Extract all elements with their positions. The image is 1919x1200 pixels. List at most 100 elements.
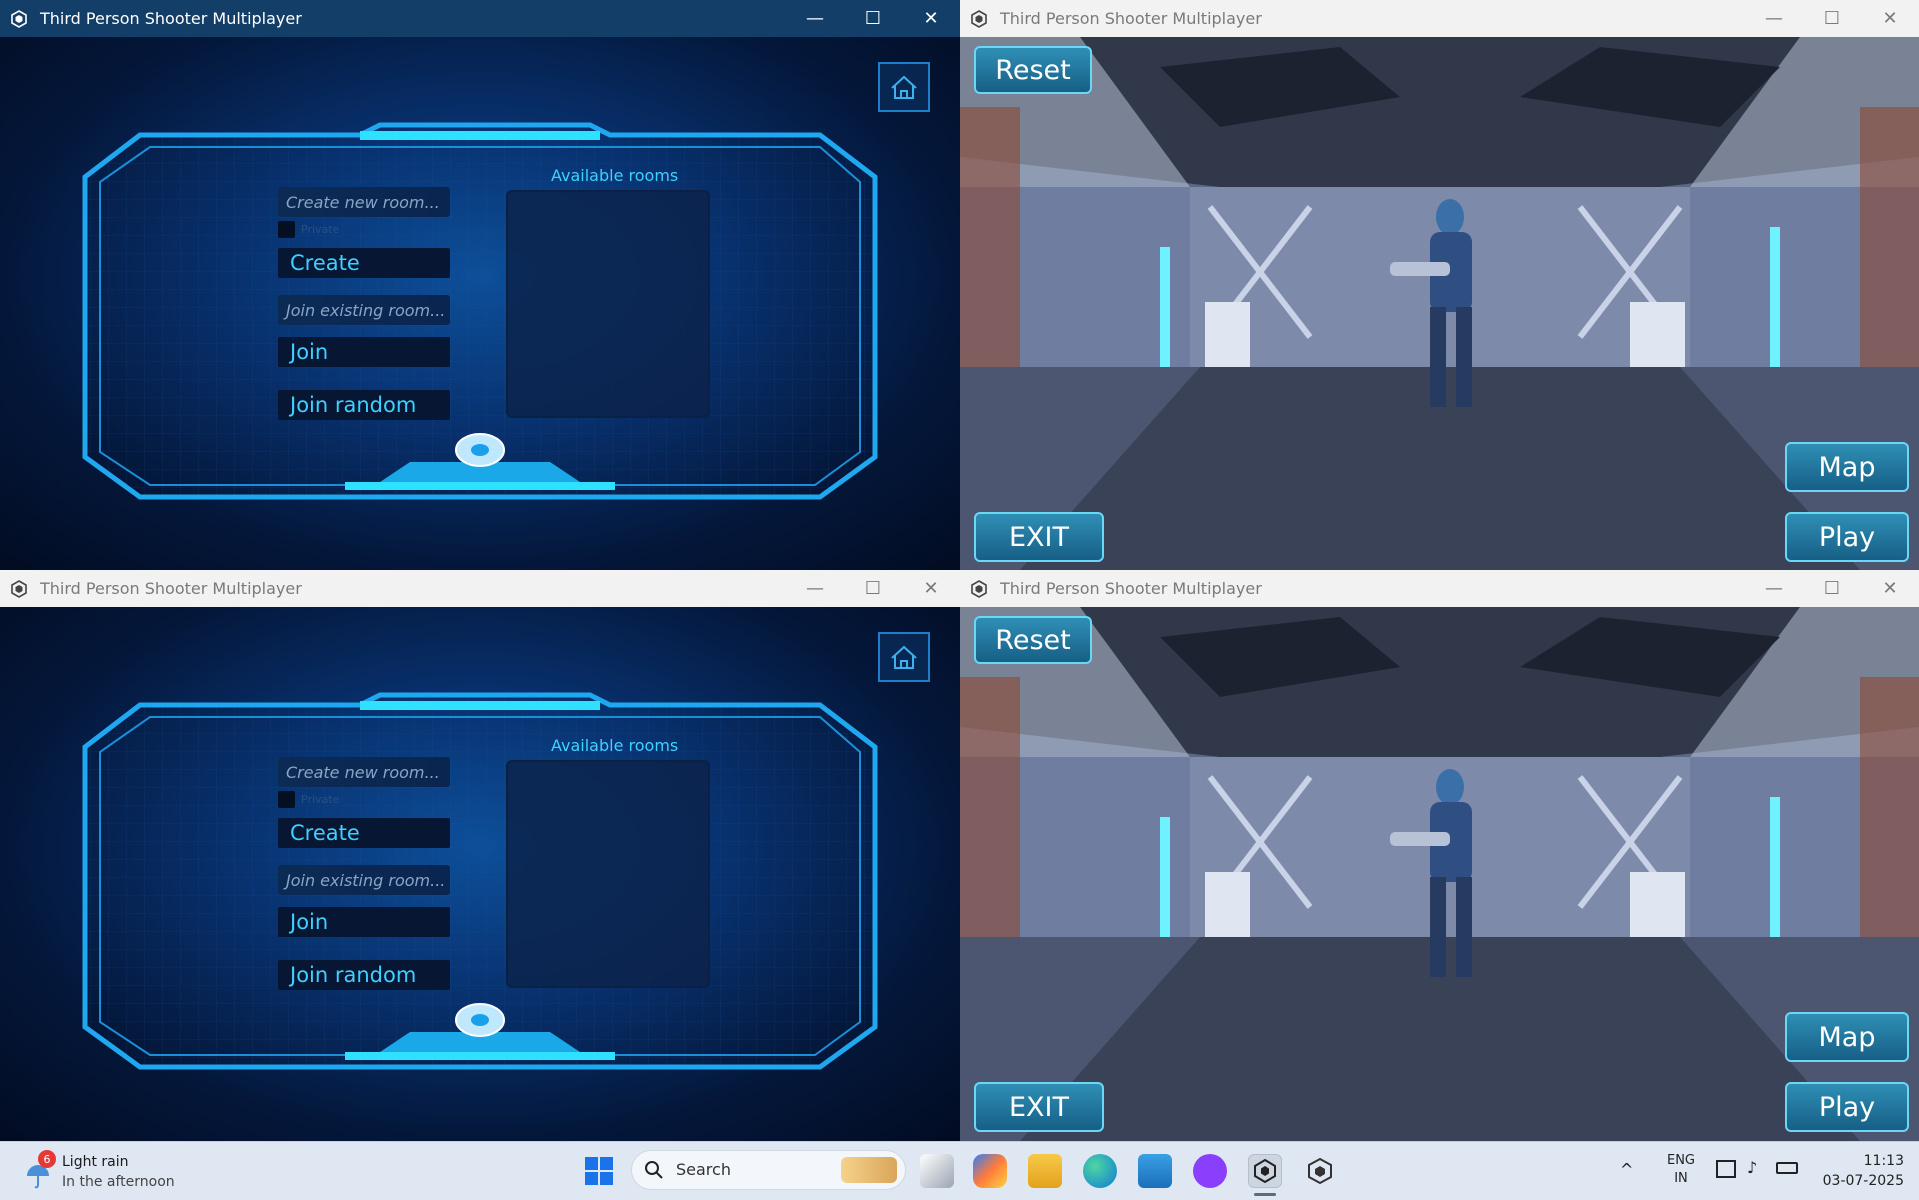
weather-subtitle: In the afternoon [62, 1174, 175, 1190]
clock-date: 03-07-2025 [1822, 1173, 1904, 1189]
chevron-up-icon: ^ [1620, 1160, 1634, 1179]
create-room-input[interactable]: Create new room... [278, 187, 450, 217]
join-random-button[interactable]: Join random [278, 960, 450, 990]
unity-app-icon [971, 9, 987, 28]
window-lobby-top: Third Person Shooter Multiplayer — ☐ ✕ C… [0, 0, 960, 570]
game-scene [960, 607, 1919, 1141]
available-rooms-list[interactable] [506, 760, 710, 988]
volume-icon[interactable]: ♪ [1747, 1158, 1757, 1177]
create-button[interactable]: Create [278, 248, 450, 278]
search-placeholder: Search [676, 1160, 731, 1179]
home-icon [891, 75, 917, 99]
lobby-screen: Create new room... Private Create Join e… [0, 607, 960, 1141]
weather-title: Light rain [62, 1154, 129, 1170]
window-game-top: Third Person Shooter Multiplayer — ☐ ✕ R… [960, 0, 1919, 570]
create-button[interactable]: Create [278, 818, 450, 848]
join-button[interactable]: Join [278, 907, 450, 937]
language-indicator[interactable]: ENG IN [1664, 1152, 1698, 1188]
join-random-button[interactable]: Join random [278, 390, 450, 420]
minimize-button[interactable]: — [1745, 0, 1803, 37]
title-bar[interactable]: Third Person Shooter Multiplayer — ☐ ✕ [960, 0, 1919, 37]
home-icon [891, 645, 917, 669]
home-button[interactable] [878, 62, 930, 112]
maximize-button[interactable]: ☐ [844, 0, 902, 37]
available-rooms-list[interactable] [506, 190, 710, 418]
title-bar[interactable]: Third Person Shooter Multiplayer — ☐ ✕ [960, 570, 1919, 607]
close-button[interactable]: ✕ [1861, 570, 1919, 607]
private-checkbox-box[interactable] [278, 791, 295, 808]
close-button[interactable]: ✕ [902, 570, 960, 607]
task-view-icon[interactable] [920, 1154, 954, 1188]
edge-icon[interactable] [1083, 1154, 1117, 1188]
window-game-bottom: Third Person Shooter Multiplayer — ☐ ✕ R… [960, 570, 1919, 1141]
unity-app-icon [11, 9, 27, 28]
window-title: Third Person Shooter Multiplayer [40, 579, 302, 598]
taskbar-search-box[interactable]: Search [631, 1150, 906, 1190]
unity-icon[interactable] [1248, 1154, 1282, 1188]
unity-hub-glyph [1308, 1157, 1332, 1185]
notepad-icon[interactable] [1138, 1154, 1172, 1188]
reset-button[interactable]: Reset [974, 616, 1092, 664]
window-lobby-bottom: Third Person Shooter Multiplayer — ☐ ✕ C… [0, 570, 960, 1141]
search-highlight-image [841, 1157, 897, 1183]
unity-hub-icon[interactable] [1303, 1154, 1337, 1188]
available-rooms-title: Available rooms [551, 736, 679, 755]
close-button[interactable]: ✕ [1861, 0, 1919, 37]
private-checkbox[interactable]: Private [278, 791, 339, 808]
weather-widget[interactable]: 6 Light rain In the afternoon [20, 1150, 190, 1194]
available-rooms-title: Available rooms [551, 166, 679, 185]
taskbar: 6 Light rain In the afternoon Search ^ E… [0, 1141, 1919, 1200]
unity-app-icon [11, 579, 27, 598]
exit-button[interactable]: EXIT [974, 1082, 1104, 1132]
window-title: Third Person Shooter Multiplayer [1000, 9, 1262, 28]
start-button[interactable] [582, 1154, 616, 1188]
window-title: Third Person Shooter Multiplayer [40, 9, 302, 28]
minimize-button[interactable]: — [786, 0, 844, 37]
game-view[interactable]: Reset EXIT Map Play [960, 37, 1919, 570]
map-button[interactable]: Map [1785, 442, 1909, 492]
show-hidden-icons-button[interactable]: ^ [1620, 1160, 1644, 1184]
weather-badge: 6 [38, 1150, 56, 1168]
github-desktop-icon[interactable] [1193, 1154, 1227, 1188]
play-button[interactable]: Play [1785, 512, 1909, 562]
close-button[interactable]: ✕ [902, 0, 960, 37]
active-app-indicator [1254, 1193, 1276, 1196]
maximize-button[interactable]: ☐ [1803, 570, 1861, 607]
maximize-button[interactable]: ☐ [1803, 0, 1861, 37]
file-explorer-icon[interactable] [1028, 1154, 1062, 1188]
windows-start-icon [585, 1157, 613, 1185]
join-room-input[interactable]: Join existing room... [278, 295, 450, 325]
lobby-screen: Create new room... Private Create Join e… [0, 37, 960, 570]
map-button[interactable]: Map [1785, 1012, 1909, 1062]
window-title: Third Person Shooter Multiplayer [1000, 579, 1262, 598]
create-room-input[interactable]: Create new room... [278, 757, 450, 787]
private-label: Private [301, 793, 340, 806]
home-button[interactable] [878, 632, 930, 682]
exit-button[interactable]: EXIT [974, 512, 1104, 562]
network-icon[interactable] [1716, 1160, 1736, 1178]
hud-frame [82, 692, 878, 1070]
battery-icon[interactable] [1776, 1162, 1798, 1174]
game-view[interactable]: Reset EXIT Map Play [960, 607, 1919, 1141]
minimize-button[interactable]: — [786, 570, 844, 607]
search-icon [645, 1161, 663, 1179]
copilot-icon[interactable] [973, 1154, 1007, 1188]
language-code: ENG [1666, 1153, 1695, 1168]
title-bar[interactable]: Third Person Shooter Multiplayer — ☐ ✕ [0, 570, 960, 607]
private-checkbox[interactable]: Private [278, 221, 339, 238]
play-button[interactable]: Play [1785, 1082, 1909, 1132]
maximize-button[interactable]: ☐ [844, 570, 902, 607]
private-checkbox-box[interactable] [278, 221, 295, 238]
reset-button[interactable]: Reset [974, 46, 1092, 94]
clock[interactable]: 11:13 03-07-2025 [1812, 1151, 1904, 1191]
join-room-input[interactable]: Join existing room... [278, 865, 450, 895]
hud-frame [82, 122, 878, 500]
title-bar[interactable]: Third Person Shooter Multiplayer — ☐ ✕ [0, 0, 960, 37]
unity-app-icon [971, 579, 987, 598]
join-button[interactable]: Join [278, 337, 450, 367]
minimize-button[interactable]: — [1745, 570, 1803, 607]
language-region: IN [1674, 1171, 1688, 1186]
private-label: Private [301, 223, 340, 236]
unity-glyph [1254, 1158, 1276, 1184]
clock-time: 11:13 [1863, 1153, 1904, 1169]
